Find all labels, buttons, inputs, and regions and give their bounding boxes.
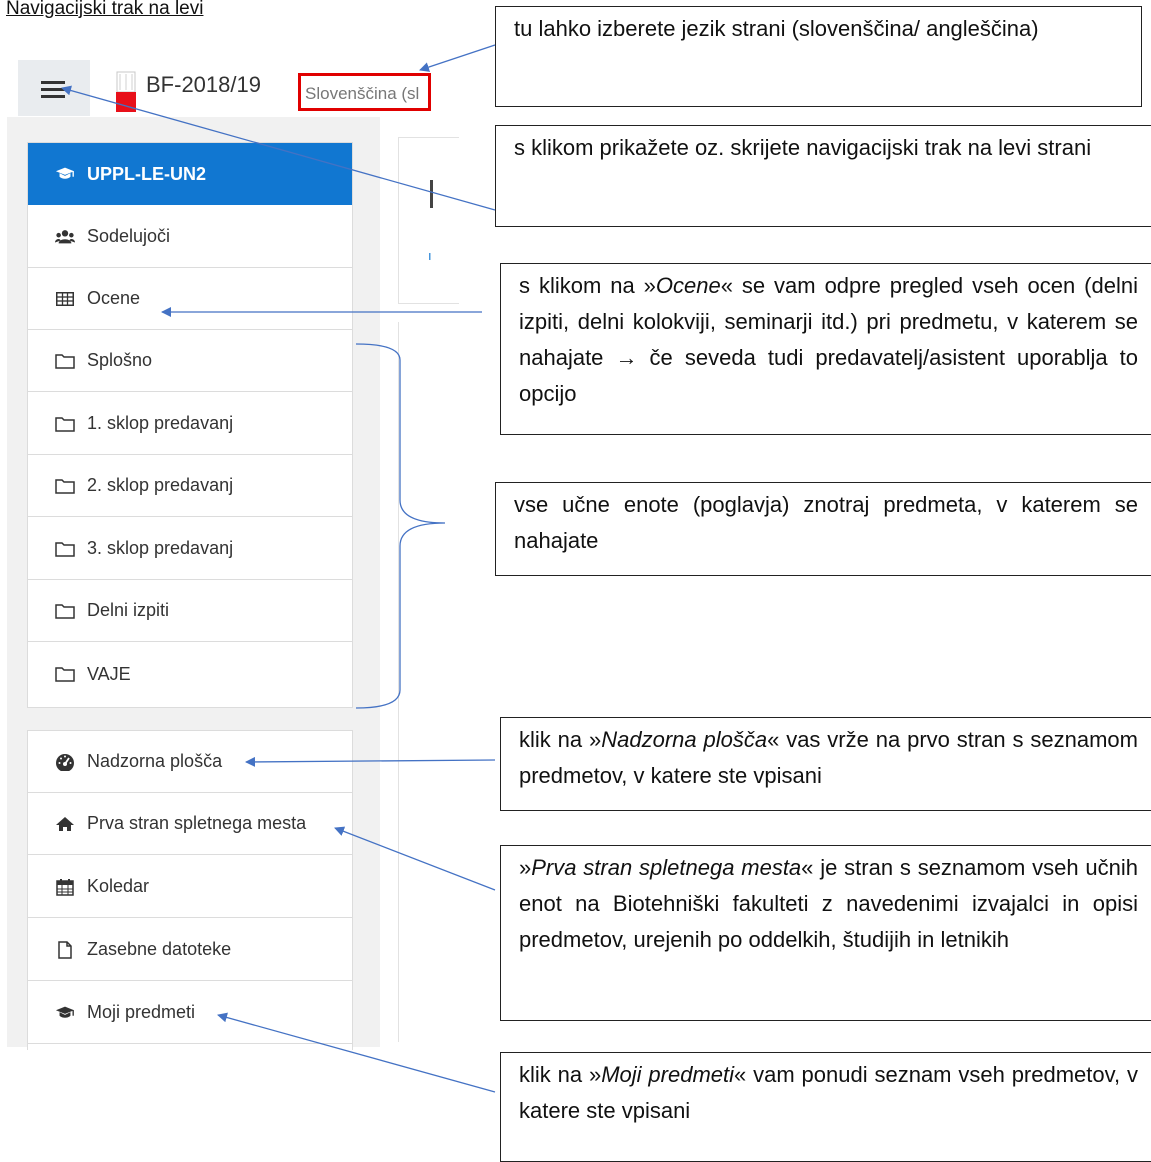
arrow-to-my-courses: [217, 1012, 496, 1093]
sections-brace: [355, 343, 446, 709]
arrow-to-language-selector: [419, 44, 496, 72]
annotation-arrows: [61, 44, 496, 1093]
arrow-to-dashboard: [245, 756, 496, 767]
arrow-to-site-home: [334, 826, 496, 891]
arrow-to-drawer-toggle: [61, 85, 496, 211]
